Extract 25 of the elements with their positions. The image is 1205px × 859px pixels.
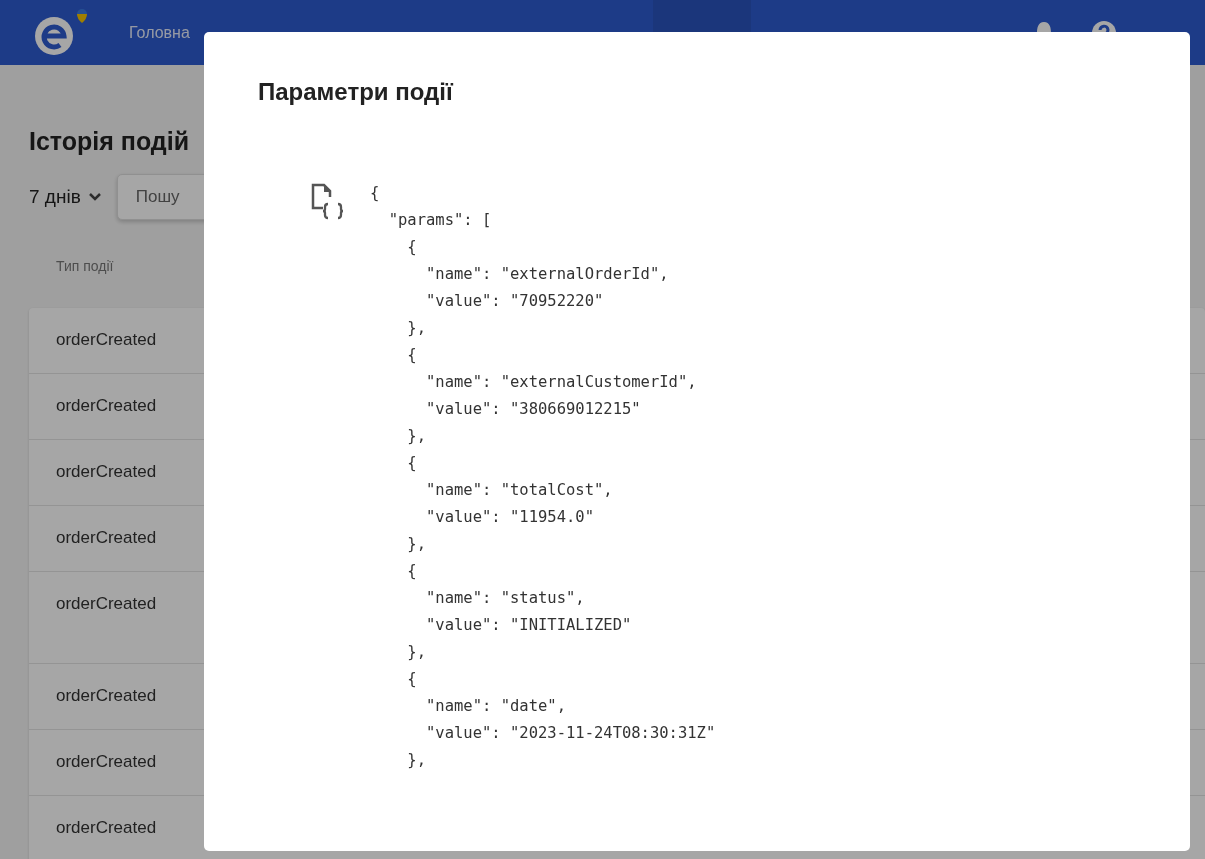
nav-tab[interactable]: Головна bbox=[111, 0, 208, 65]
code-line: }, bbox=[406, 534, 426, 555]
code-line: }, bbox=[406, 750, 426, 771]
code-line: "name": "totalCost", bbox=[425, 480, 613, 501]
code-line: "value": "11954.0" bbox=[425, 507, 594, 528]
code-line: "params": [ bbox=[387, 210, 492, 231]
code-line: { bbox=[406, 669, 417, 690]
code-line: { bbox=[406, 237, 417, 258]
code-line: "name": "status", bbox=[425, 588, 585, 609]
code-line: { bbox=[406, 345, 417, 366]
code-line: "name": "externalCustomerId", bbox=[425, 372, 697, 393]
code-line: "name": "date", bbox=[425, 696, 566, 717]
code-line: { bbox=[406, 453, 417, 474]
caret-icon bbox=[88, 193, 101, 201]
code-line: { bbox=[370, 183, 380, 204]
page-title: Історія подій bbox=[29, 127, 190, 156]
code-line: "name": "externalOrderId", bbox=[425, 264, 669, 285]
code-line: }, bbox=[406, 318, 426, 339]
code-line: }, bbox=[406, 642, 426, 663]
column-header: Тип події bbox=[56, 258, 114, 274]
code-line: "value": "INITIALIZED" bbox=[425, 615, 632, 636]
json-file-icon bbox=[310, 182, 346, 222]
modal-title: Параметри події bbox=[258, 78, 455, 106]
code-line: "value": "380669012215" bbox=[425, 399, 641, 420]
period-dropdown[interactable]: 7 днів bbox=[29, 186, 101, 208]
